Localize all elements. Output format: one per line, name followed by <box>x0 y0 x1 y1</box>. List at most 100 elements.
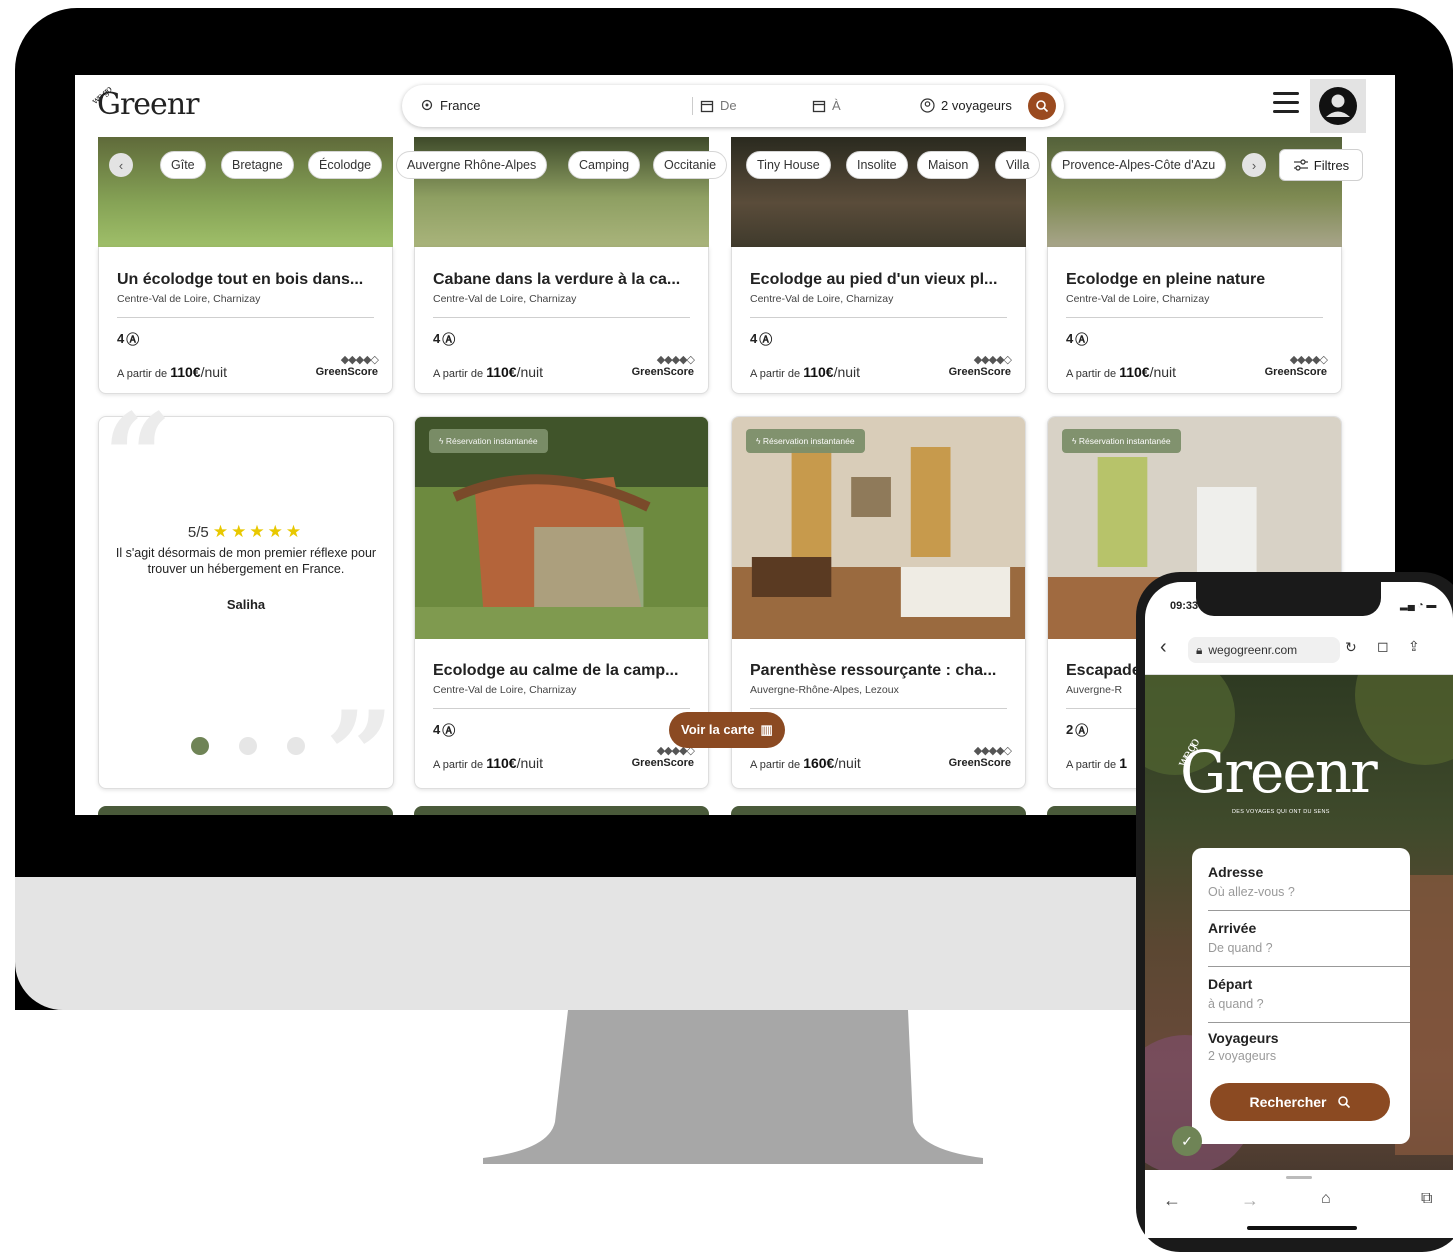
phone-notch <box>1196 582 1381 616</box>
listing-location: Centre-Val de Loire, Charnizay <box>117 293 261 305</box>
phone-clock: 09:33 <box>1170 600 1199 612</box>
phone-search-button[interactable]: Rechercher <box>1210 1083 1390 1121</box>
listing-card[interactable] <box>98 806 393 815</box>
arrow-right-icon[interactable]: → <box>1241 1190 1259 1211</box>
location-field[interactable]: France <box>420 98 480 113</box>
address-label: Adresse <box>1208 864 1264 880</box>
departure-label: Départ <box>1208 976 1253 992</box>
site-logo[interactable]: we go Greenr <box>90 85 199 122</box>
chip[interactable]: Gîte <box>160 151 206 179</box>
chip[interactable]: Écolodge <box>308 151 383 179</box>
listing-card[interactable]: ϟ Réservation instantanée Ecolodge au ca… <box>414 416 709 789</box>
signal-wifi-battery-icon: ▂▄ ◔ ▬ <box>1400 600 1437 611</box>
guests-icon: Ⓐ <box>759 332 773 347</box>
open-quote-icon: “ <box>103 387 173 528</box>
listing-price: A partir de 160€/nuit <box>750 755 861 771</box>
listing-location: Centre-Val de Loire, Charnizay <box>1066 293 1210 305</box>
home-icon[interactable]: ⌂ <box>1321 1190 1331 1208</box>
instant-booking-badge: ϟ Réservation instantanée <box>429 429 548 453</box>
divider <box>750 317 1007 318</box>
address-input[interactable]: Où allez-vous ? <box>1208 885 1295 899</box>
filters-button[interactable]: Filtres <box>1279 149 1363 181</box>
lock-icon: 🔒︎ <box>1196 642 1203 657</box>
chevron-left-icon[interactable]: ‹ <box>109 153 133 177</box>
departure-input[interactable]: à quand ? <box>1208 997 1264 1011</box>
chip[interactable]: Bretagne <box>221 151 294 179</box>
menu-icon[interactable] <box>1273 92 1299 114</box>
carousel-dot[interactable] <box>287 737 305 755</box>
divider <box>1208 966 1410 967</box>
search-icon <box>1036 100 1049 113</box>
guests-count: 4 Ⓐ <box>1066 331 1089 347</box>
search-button[interactable] <box>1028 92 1056 120</box>
sliders-icon <box>1293 159 1308 171</box>
phone-logo: we go Greenr <box>1174 737 1378 806</box>
listing-card[interactable]: Ecolodge en pleine nature Centre-Val de … <box>1047 247 1342 394</box>
chip[interactable]: Auvergne Rhône-Alpes <box>396 151 548 179</box>
search-icon <box>1337 1096 1350 1109</box>
date-to-field[interactable]: À <box>812 98 841 113</box>
share-icon[interactable]: ⇪ <box>1408 638 1420 655</box>
chip[interactable]: Camping <box>568 151 641 179</box>
home-indicator <box>1247 1226 1357 1230</box>
divider <box>433 317 690 318</box>
listing-title: Escapade <box>1066 662 1141 679</box>
leaf-rating-icon: ◆◆◆◆◇ <box>1289 354 1328 366</box>
carousel-dot[interactable] <box>239 737 257 755</box>
listing-title: Cabane dans la verdure à la ca... <box>433 271 681 288</box>
back-chevron-icon[interactable]: ‹ <box>1160 636 1167 659</box>
listing-price: A partir de 110€/nuit <box>433 755 544 771</box>
greenscore: ◆◆◆◆◇ GreenScore <box>1264 354 1328 378</box>
chip[interactable]: Insolite <box>846 151 908 179</box>
user-icon <box>1319 87 1357 125</box>
guests-count: 4 Ⓐ <box>750 331 773 347</box>
divider <box>750 708 1007 709</box>
greenscore: ◆◆◆◆◇ GreenScore <box>315 354 379 378</box>
guests-icon: Ⓐ <box>442 723 456 738</box>
chip[interactable]: Occitanie <box>653 151 728 179</box>
listing-title: Ecolodge au calme de la camp... <box>433 662 679 679</box>
chip[interactable]: Maison <box>917 151 980 179</box>
carousel-dot-active[interactable] <box>191 737 209 755</box>
chip[interactable]: Tiny House <box>746 151 831 179</box>
listing-location: Centre-Val de Loire, Charnizay <box>750 293 894 305</box>
greenscore: ◆◆◆◆◇ GreenScore <box>948 745 1012 769</box>
tabs-icon[interactable]: ⧉ <box>1421 1190 1432 1208</box>
avatar[interactable] <box>1310 79 1366 133</box>
listing-price: A partir de 1 <box>1066 755 1127 771</box>
url-field[interactable]: 🔒︎ wegogreenr.com <box>1188 637 1340 663</box>
reload-icon[interactable]: ↻ <box>1345 639 1357 656</box>
chevron-right-icon[interactable]: › <box>1242 153 1266 177</box>
listing-card[interactable]: Un écolodge tout en bois dans... Centre-… <box>98 247 393 394</box>
phone-search-form: Adresse Où allez-vous ? Arrivée De quand… <box>1192 848 1410 1144</box>
calendar-icon <box>812 100 826 112</box>
guests-icon: Ⓐ <box>1075 723 1089 738</box>
greenscore: ◆◆◆◆◇ GreenScore <box>948 354 1012 378</box>
travelers-field[interactable]: 2 voyageurs <box>920 98 1012 113</box>
listing-title: Ecolodge au pied d'un vieux pl... <box>750 271 998 288</box>
arrival-input[interactable]: De quand ? <box>1208 941 1273 955</box>
chip[interactable]: Villa <box>995 151 1041 179</box>
stars-icon: ★★★★★ <box>212 522 305 541</box>
date-from-field[interactable]: De <box>700 98 737 113</box>
location-pin-icon <box>421 99 433 110</box>
listing-card[interactable]: Ecolodge au pied d'un vieux pl... Centre… <box>731 247 1026 394</box>
show-map-button[interactable]: Voir la carte ▥ <box>669 712 785 748</box>
listing-card[interactable] <box>731 806 1026 815</box>
divider <box>1066 317 1323 318</box>
guests-count: 4 Ⓐ <box>433 331 456 347</box>
arrow-left-icon[interactable]: ← <box>1163 1190 1181 1211</box>
listing-card[interactable] <box>414 806 709 815</box>
guests-count: 4 Ⓐ <box>433 722 456 738</box>
listing-price: A partir de 110€/nuit <box>433 364 544 380</box>
listing-card[interactable]: Cabane dans la verdure à la ca... Centre… <box>414 247 709 394</box>
travelers-input[interactable]: 2 voyageurs <box>1208 1049 1276 1063</box>
review-text: Il s'agit désormais de mon premier réfle… <box>115 546 377 576</box>
review-card: “ 5/5 ★★★★★ Il s'agit désormais de mon p… <box>98 387 394 815</box>
checkmark-icon[interactable]: ✓ <box>1172 1126 1202 1156</box>
search-bar[interactable]: France De À 2 voyageurs <box>402 85 1064 127</box>
map-icon: ▥ <box>760 722 773 737</box>
chip[interactable]: Provence-Alpes-Côte d'Azu <box>1051 151 1227 179</box>
bookmark-icon[interactable]: ◻ <box>1377 638 1389 655</box>
guests-icon: Ⓐ <box>1075 332 1089 347</box>
